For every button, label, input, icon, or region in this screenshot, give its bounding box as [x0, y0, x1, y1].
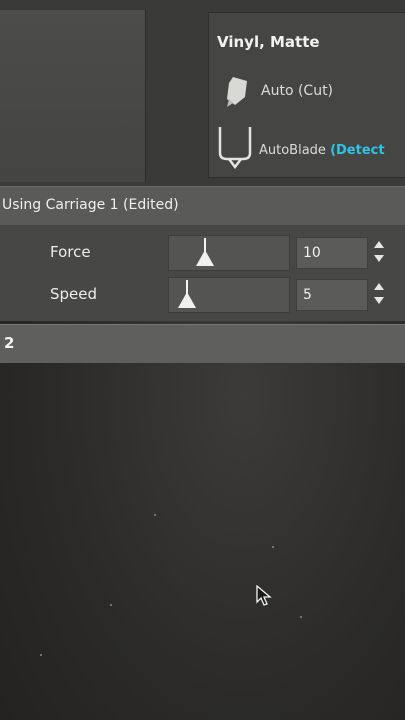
screen-speck: [40, 654, 42, 656]
screen-speck: [272, 546, 274, 548]
force-label: Force: [50, 243, 91, 261]
blade-tool-icon: [223, 75, 251, 109]
cut-settings-panel: Force 10 Speed 5: [0, 225, 405, 321]
force-value: 10: [303, 245, 321, 261]
top-area: Vinyl, Matte Auto (Cut) AutoBlade (Detec…: [0, 0, 405, 186]
screen-speck: [300, 616, 302, 618]
autoblade-name: AutoBlade: [259, 143, 326, 158]
force-decrement-icon[interactable]: [374, 255, 384, 262]
material-preview: [0, 10, 146, 182]
force-value-field[interactable]: 10: [296, 237, 368, 269]
mouse-pointer-icon: [256, 584, 272, 607]
autoblade-status: (Detect: [330, 143, 385, 158]
speed-value: 5: [303, 287, 312, 303]
material-name: Vinyl, Matte: [217, 33, 320, 51]
force-slider[interactable]: [168, 235, 290, 271]
autoblade-row[interactable]: AutoBlade (Detect: [217, 125, 405, 171]
carriage-header[interactable]: Using Carriage 1 (Edited): [0, 186, 405, 226]
force-slider-thumb[interactable]: [196, 250, 214, 266]
force-stepper[interactable]: [372, 237, 388, 269]
speed-row: Speed 5: [0, 273, 405, 313]
speed-slider-thumb[interactable]: [178, 292, 196, 308]
material-panel[interactable]: Vinyl, Matte Auto (Cut) AutoBlade (Detec…: [208, 12, 405, 178]
section-header[interactable]: 2: [0, 324, 405, 363]
speed-label: Speed: [50, 285, 98, 303]
section-number: 2: [4, 334, 15, 352]
empty-panel-area: [0, 362, 405, 720]
carriage-title: Using Carriage 1 (Edited): [2, 197, 179, 213]
speed-decrement-icon[interactable]: [374, 297, 384, 304]
speed-increment-icon[interactable]: [374, 283, 384, 290]
autoblade-holder-icon: [217, 125, 253, 170]
screen-speck: [154, 514, 156, 516]
tool-mode-label: Auto (Cut): [261, 83, 334, 99]
force-row: Force 10: [0, 231, 405, 271]
speed-stepper[interactable]: [372, 279, 388, 311]
speed-slider[interactable]: [168, 277, 290, 313]
force-increment-icon[interactable]: [374, 241, 384, 248]
tool-mode-row[interactable]: Auto (Cut): [223, 73, 403, 113]
screen-speck: [110, 604, 112, 606]
autoblade-label: AutoBlade (Detect: [259, 143, 385, 158]
speed-value-field[interactable]: 5: [296, 279, 368, 311]
